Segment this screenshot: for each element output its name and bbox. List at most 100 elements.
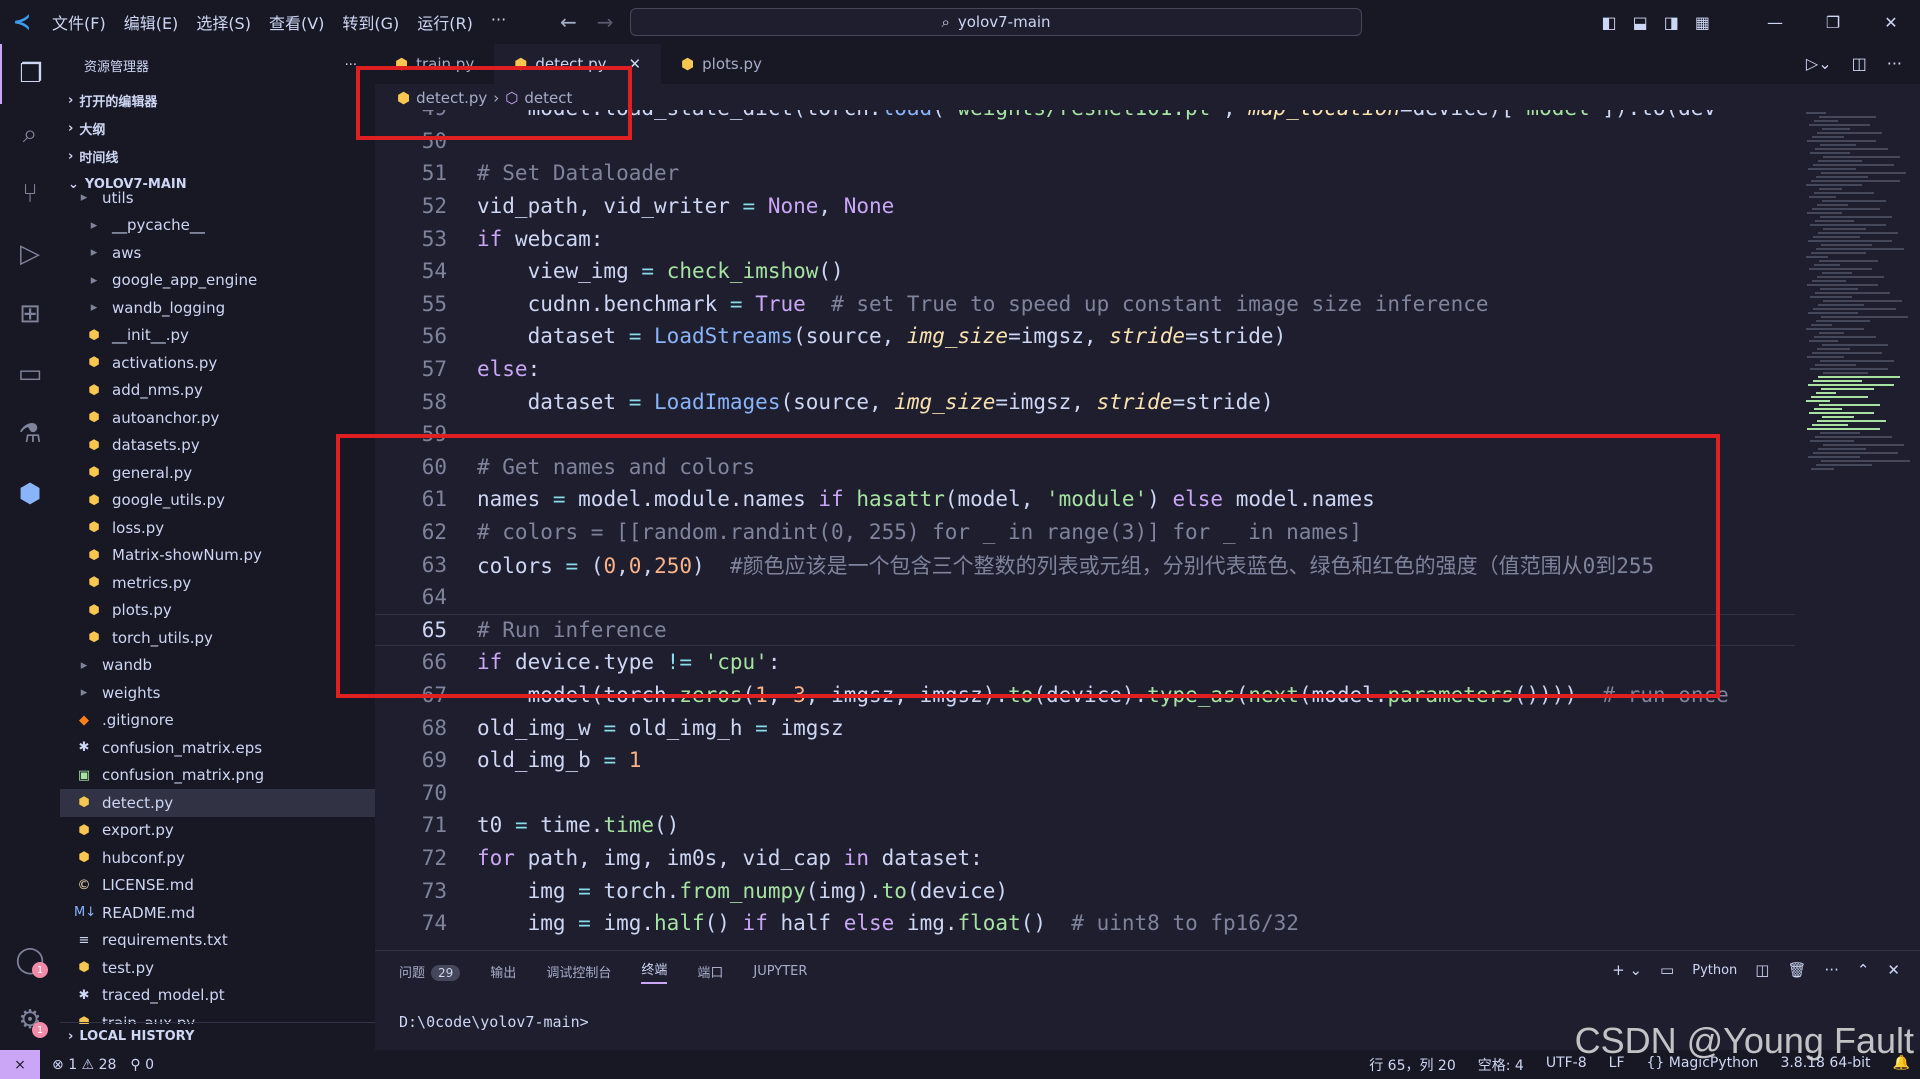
run-file-icon[interactable]: ▷⌄ <box>1806 54 1832 73</box>
code-line[interactable]: 64 <box>375 581 1795 614</box>
more-icon[interactable]: ··· <box>1825 961 1839 979</box>
section-local-history[interactable]: › LOCAL HISTORY <box>60 1022 375 1050</box>
close-tab-icon[interactable]: ✕ <box>628 55 641 73</box>
tree-item[interactable]: © LICENSE.md <box>60 872 375 900</box>
tree-item[interactable]: ⬢ __init__.py <box>60 322 375 350</box>
code-line[interactable]: 74 img = img.half() if half else img.flo… <box>375 907 1795 940</box>
toggle-secondary-sidebar-icon[interactable]: ◨ <box>1664 13 1679 32</box>
tree-item[interactable]: ⬢ datasets.py <box>60 432 375 460</box>
close-panel-icon[interactable]: ✕ <box>1887 961 1900 979</box>
tree-item[interactable]: ▸ weights <box>60 679 375 707</box>
code-line[interactable]: 72 for path, img, im0s, vid_cap in datase… <box>375 842 1795 875</box>
tree-item[interactable]: ▸ aws <box>60 239 375 267</box>
tree-item[interactable]: ⬢ autoanchor.py <box>60 404 375 432</box>
minimap[interactable] <box>1806 110 1910 950</box>
code-line[interactable]: 60 # Get names and colors <box>375 451 1795 484</box>
testing-icon[interactable]: ⚗ <box>0 404 60 464</box>
code-line[interactable]: 67 model(torch.zeros(1, 3, imgsz, imgsz)… <box>375 679 1795 712</box>
extensions-icon[interactable]: ⊞ <box>0 284 60 344</box>
code-line[interactable]: 69 old_img_b = 1 <box>375 744 1795 777</box>
restore-button[interactable]: ❐ <box>1804 13 1862 32</box>
tree-item[interactable]: ◆ .gitignore <box>60 707 375 735</box>
menu-item[interactable]: 运行(R) <box>417 10 473 34</box>
code-line[interactable]: 55 cudnn.benchmark = True # set True to … <box>375 288 1795 321</box>
ports-status[interactable]: ⚲ 0 <box>130 1057 154 1073</box>
editor-tab[interactable]: ⬢ train.py <box>375 44 494 84</box>
remote-explorer-icon[interactable]: ▭ <box>0 344 60 404</box>
tree-item[interactable]: ⬢ add_nms.py <box>60 377 375 405</box>
section-open-editors[interactable]: › 打开的编辑器 <box>60 86 375 114</box>
code-line[interactable]: 59 <box>375 418 1795 451</box>
code-line[interactable]: 71 t0 = time.time() <box>375 809 1795 842</box>
split-editor-icon[interactable]: ◫ <box>1852 54 1867 73</box>
code-line[interactable]: 68 old_img_w = old_img_h = imgsz <box>375 711 1795 744</box>
code-line[interactable]: 56 dataset = LoadStreams(source, img_siz… <box>375 320 1795 353</box>
tree-item[interactable]: ⬢ loss.py <box>60 514 375 542</box>
code-line[interactable]: 73 img = torch.from_numpy(img).to(device… <box>375 874 1795 907</box>
code-line[interactable]: 52 vid_path, vid_writer = None, None <box>375 190 1795 223</box>
code-line[interactable]: 70 <box>375 776 1795 809</box>
settings-gear-icon[interactable]: ⚙ 1 <box>0 990 60 1050</box>
problems-status[interactable]: ⊗ 1 ⚠ 28 <box>52 1057 116 1073</box>
menu-item[interactable]: 文件(F) <box>52 10 106 34</box>
split-terminal-icon[interactable]: ◫ <box>1755 961 1769 979</box>
menu-item[interactable]: 转到(G) <box>342 10 399 34</box>
code-line[interactable]: 49 model.load_state_dict(torch.load('wei… <box>375 110 1795 125</box>
menu-item[interactable]: ··· <box>491 10 506 34</box>
code-line[interactable]: 61 names = model.module.names if hasattr(… <box>375 483 1795 516</box>
indent-setting[interactable]: 空格: 4 <box>1478 1055 1524 1075</box>
panel-tab[interactable]: 问题 29 <box>399 962 461 981</box>
account-icon[interactable]: ◯ 1 <box>0 930 60 990</box>
code-line[interactable]: 57 else: <box>375 353 1795 386</box>
code-line[interactable]: 53 if webcam: <box>375 222 1795 255</box>
tree-item[interactable]: ▣ confusion_matrix.png <box>60 762 375 790</box>
tree-item[interactable]: ▸ utils <box>60 184 375 212</box>
panel-tab[interactable]: JUPYTER <box>753 964 807 979</box>
tree-item[interactable]: ⬢ export.py <box>60 817 375 845</box>
section-timeline[interactable]: › 时间线 <box>60 142 375 170</box>
search-view-icon[interactable]: ⌕ <box>0 104 60 164</box>
code-line[interactable]: 65 # Run inference <box>375 613 1795 647</box>
panel-tab[interactable]: 终端 <box>641 959 668 984</box>
command-center-search[interactable]: ⌕ yolov7-main <box>630 8 1362 36</box>
toggle-sidebar-icon[interactable]: ◧ <box>1602 13 1617 32</box>
tree-item[interactable]: ⬢ metrics.py <box>60 569 375 597</box>
editor-tab[interactable]: ⬢ plots.py <box>661 44 782 84</box>
back-arrow-icon[interactable]: ← <box>560 10 577 34</box>
section-outline[interactable]: › 大纲 <box>60 114 375 142</box>
toggle-panel-icon[interactable]: ⬓ <box>1633 13 1648 32</box>
menu-item[interactable]: 查看(V) <box>269 10 324 34</box>
editor-tab[interactable]: ⬢ detect.py ✕ <box>494 44 662 84</box>
code-line[interactable]: 63 colors = (0,0,250) #颜色应该是一个包含三个整数的列表或元… <box>375 548 1795 581</box>
code-line[interactable]: 62 # colors = [[random.randint(0, 255) fo… <box>375 516 1795 549</box>
run-debug-icon[interactable]: ▷ <box>0 224 60 284</box>
menu-item[interactable]: 选择(S) <box>196 10 251 34</box>
explorer-more-button[interactable]: ··· <box>345 58 357 73</box>
tree-item[interactable]: ✱ confusion_matrix.eps <box>60 734 375 762</box>
tree-item[interactable]: M↓ README.md <box>60 899 375 927</box>
more-actions-icon[interactable]: ··· <box>1887 54 1902 73</box>
tree-item[interactable]: ⬢ detect.py <box>60 789 375 817</box>
tree-item[interactable]: ⬢ general.py <box>60 459 375 487</box>
code-line[interactable]: 66 if device.type != 'cpu': <box>375 646 1795 679</box>
forward-arrow-icon[interactable]: → <box>597 10 614 34</box>
menu-item[interactable]: 编辑(E) <box>124 10 179 34</box>
explorer-icon[interactable]: ❐ <box>0 44 60 104</box>
code-line[interactable]: 54 view_img = check_imshow() <box>375 255 1795 288</box>
customize-layout-icon[interactable]: ▦ <box>1695 13 1710 32</box>
code-line[interactable]: 50 <box>375 125 1795 158</box>
panel-tab[interactable]: 端口 <box>697 962 723 981</box>
tree-item[interactable]: ⬢ activations.py <box>60 349 375 377</box>
cursor-position[interactable]: 行 65，列 20 <box>1369 1055 1456 1075</box>
breadcrumb-file[interactable]: detect.py <box>416 89 487 107</box>
minimize-button[interactable]: — <box>1746 13 1804 32</box>
tree-item[interactable]: ⬢ Matrix-showNum.py <box>60 542 375 570</box>
maximize-panel-icon[interactable]: ⌃ <box>1857 961 1870 979</box>
panel-tab[interactable]: 调试控制台 <box>546 962 611 981</box>
code-line[interactable]: 51 # Set Dataloader <box>375 157 1795 190</box>
terminal-kind[interactable]: Python <box>1692 963 1737 978</box>
breadcrumb-symbol[interactable]: detect <box>524 89 572 107</box>
close-window-button[interactable]: ✕ <box>1862 13 1920 32</box>
tree-item[interactable]: ⬢ torch_utils.py <box>60 624 375 652</box>
tree-item[interactable]: ≡ requirements.txt <box>60 927 375 955</box>
